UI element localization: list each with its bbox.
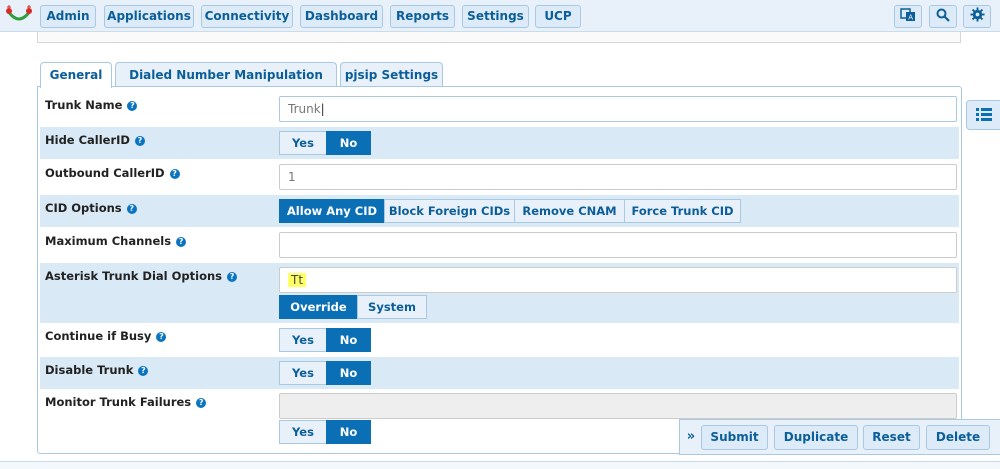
row-trunk-name: Trunk Name? Trunk| [40, 93, 959, 125]
submit-button[interactable]: Submit [701, 425, 768, 450]
tab-general[interactable]: General [40, 62, 112, 88]
help-icon[interactable]: ? [196, 398, 207, 408]
help-icon[interactable]: ? [127, 101, 138, 111]
cid-allow-any[interactable]: Allow Any CID [279, 199, 385, 223]
dial-options-system[interactable]: System [357, 295, 427, 319]
row-max-channels: Maximum Channels? [40, 229, 959, 261]
gear-icon [969, 7, 985, 26]
trunk-name-label: Trunk Name? [45, 98, 138, 112]
hide-callerid-toggle: Yes No [279, 131, 371, 155]
dial-options-override[interactable]: Override [279, 295, 358, 319]
disable-trunk-yes[interactable]: Yes [279, 361, 327, 385]
row-continue-if-busy: Continue if Busy? Yes No [40, 325, 959, 357]
cid-options-label: CID Options? [45, 201, 137, 215]
search-icon [936, 7, 950, 26]
monitor-failures-input [279, 393, 957, 419]
settings-button[interactable] [963, 5, 991, 28]
hide-callerid-no[interactable]: No [326, 131, 371, 155]
freepbx-logo-icon[interactable] [4, 5, 34, 27]
disable-trunk-label: Disable Trunk? [45, 363, 149, 377]
tab-dialed-number-manipulation-rules[interactable]: Dialed Number Manipulation Rules [115, 62, 337, 106]
dial-options-toggle: Override System [279, 295, 427, 319]
breadcrumb-bar [37, 32, 961, 43]
nav-applications[interactable]: Applications [104, 5, 194, 28]
row-outbound-callerid: Outbound CallerID? 1 [40, 161, 959, 193]
help-icon[interactable]: ? [156, 332, 167, 342]
trunk-name-input[interactable]: Trunk| [279, 96, 957, 122]
row-hide-callerid: Hide CallerID? Yes No [40, 127, 959, 159]
continue-if-busy-toggle: Yes No [279, 328, 371, 352]
delete-button[interactable]: Delete [926, 425, 990, 450]
language-button[interactable]: A [894, 5, 922, 28]
dial-options-label: Asterisk Trunk Dial Options? [45, 269, 238, 283]
action-list-button[interactable] [966, 100, 1000, 130]
help-icon[interactable]: ? [138, 366, 149, 376]
monitor-failures-label: Monitor Trunk Failures? [45, 395, 207, 409]
nav-settings[interactable]: Settings [462, 5, 529, 28]
continue-if-busy-label: Continue if Busy? [45, 329, 167, 343]
reset-button[interactable]: Reset [863, 425, 920, 450]
footer-bar [0, 461, 1000, 469]
language-icon: A [900, 7, 916, 26]
continue-if-busy-no[interactable]: No [326, 328, 371, 352]
dial-options-input[interactable]: Tt [279, 267, 957, 293]
max-channels-input[interactable] [279, 232, 957, 258]
duplicate-button[interactable]: Duplicate [774, 425, 858, 450]
continue-if-busy-yes[interactable]: Yes [279, 328, 327, 352]
cid-options-toggle: Allow Any CID Block Foreign CIDs Remove … [279, 199, 741, 223]
cid-force-trunk[interactable]: Force Trunk CID [624, 199, 741, 223]
trunk-form-panel: Trunk Name? Trunk| Hide CallerID? Yes No… [37, 86, 962, 454]
hide-callerid-label: Hide CallerID? [45, 133, 145, 147]
help-icon[interactable]: ? [134, 136, 145, 146]
outbound-callerid-label: Outbound CallerID? [45, 166, 180, 180]
action-bar: » Submit Duplicate Reset Delete [679, 419, 1000, 455]
outbound-callerid-input[interactable]: 1 [279, 164, 957, 190]
max-channels-label: Maximum Channels? [45, 234, 187, 248]
cid-block-foreign[interactable]: Block Foreign CIDs [384, 199, 515, 223]
monitor-failures-toggle: Yes No [279, 420, 371, 444]
svg-text:A: A [908, 14, 913, 22]
top-navbar: Admin Applications Connectivity Dashboar… [0, 0, 1000, 32]
disable-trunk-no[interactable]: No [326, 361, 371, 385]
cid-remove-cnam[interactable]: Remove CNAM [514, 199, 625, 223]
help-icon[interactable]: ? [227, 272, 238, 282]
action-bar-toggle[interactable]: » [684, 425, 698, 450]
row-dial-options: Asterisk Trunk Dial Options? Tt Override… [40, 263, 959, 323]
nav-reports[interactable]: Reports [390, 5, 455, 28]
search-button[interactable] [929, 5, 957, 28]
nav-connectivity[interactable]: Connectivity [201, 5, 293, 28]
row-disable-trunk: Disable Trunk? Yes No [40, 357, 959, 389]
monitor-failures-no[interactable]: No [326, 420, 371, 444]
monitor-failures-yes[interactable]: Yes [279, 420, 327, 444]
row-cid-options: CID Options? Allow Any CID Block Foreign… [40, 195, 959, 227]
nav-ucp[interactable]: UCP [535, 5, 581, 28]
tab-pjsip-settings[interactable]: pjsip Settings [340, 62, 443, 87]
nav-dashboard[interactable]: Dashboard [300, 5, 383, 28]
list-icon [975, 106, 992, 125]
help-icon[interactable]: ? [169, 169, 180, 179]
help-icon[interactable]: ? [176, 237, 187, 247]
disable-trunk-toggle: Yes No [279, 361, 371, 385]
hide-callerid-yes[interactable]: Yes [279, 131, 327, 155]
help-icon[interactable]: ? [126, 204, 137, 214]
nav-admin[interactable]: Admin [40, 5, 96, 28]
